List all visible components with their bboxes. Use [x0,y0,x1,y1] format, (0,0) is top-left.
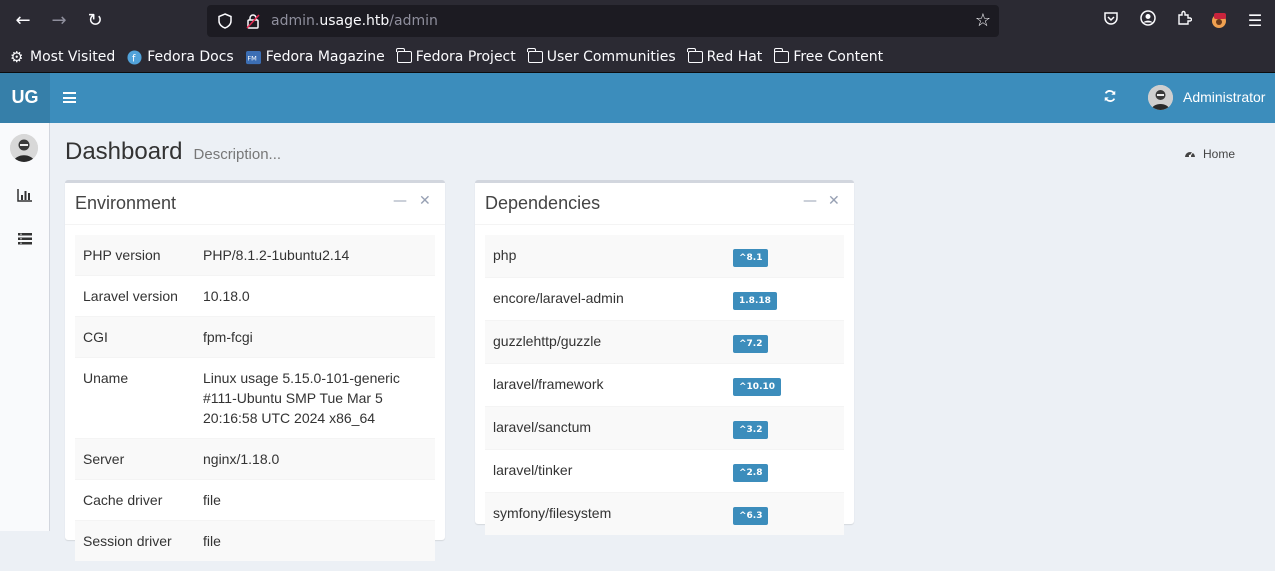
close-icon[interactable]: ✕ [419,193,431,209]
version-badge: ^10.10 [733,378,782,396]
page-title: Dashboard [65,138,183,165]
bookmark-red-hat[interactable]: Red Hat [687,48,762,65]
page-description: Description... [193,146,282,163]
table-row: laravel/sanctum ^3.2 [485,406,844,450]
table-row: Laravel version 10.18.0 [75,275,435,317]
box-header: Dependencies — ✕ [475,183,854,225]
breadcrumb-home[interactable]: Home [1203,147,1235,161]
box-header: Environment — ✕ [65,183,445,225]
table-row: CGI fpm-fcgi [75,316,435,358]
table-row: php ^8.1 [485,235,844,278]
version-badge: ^2.8 [733,464,769,482]
environment-box: Environment — ✕ PHP version PHP/8.1.2-1ub… [65,180,445,561]
bookmark-fedora-docs[interactable]: f Fedora Docs [127,49,234,65]
bookmarks-bar: ⚙ Most Visited f Fedora Docs FM Fedora M… [0,42,1275,73]
refresh-icon[interactable] [1103,88,1117,108]
extensions-icon[interactable] [1173,10,1195,32]
gear-icon: ⚙ [10,48,24,66]
dependencies-box: Dependencies — ✕ php ^8.1 encore/laravel-… [475,180,854,535]
collapse-icon[interactable]: — [393,193,407,209]
bookmark-free-content[interactable]: Free Content [773,48,883,65]
bookmark-user-communities[interactable]: User Communities [527,48,676,65]
dependencies-table: php ^8.1 encore/laravel-admin 1.8.18 guzzl… [485,235,844,535]
address-bar[interactable]: admin.usage.htb/admin ☆ [207,5,999,37]
version-badge: ^7.2 [733,335,769,353]
table-row: Cache driver file [75,479,435,521]
sidebar-toggle-icon[interactable] [63,92,76,103]
bookmark-fedora-magazine[interactable]: FM Fedora Magazine [245,49,385,65]
extension-avatar-icon[interactable] [1208,10,1230,32]
breadcrumb[interactable]: Home [1184,147,1235,161]
browser-toolbar: ← → ↻ admin.usage.htb/admin ☆ ☰ [0,0,1275,42]
content-header: Dashboard Description... [65,138,281,166]
lock-icon[interactable] [245,13,261,29]
user-name[interactable]: Administrator [1183,89,1265,105]
list-icon[interactable] [17,231,33,245]
collapse-icon[interactable]: — [803,193,817,209]
bookmark-fedora-project[interactable]: Fedora Project [396,48,516,65]
shield-icon[interactable] [217,13,233,29]
folder-icon [396,48,412,63]
forward-arrow-icon[interactable]: → [47,9,71,33]
table-row: laravel/framework ^10.10 [485,363,844,407]
table-row: Uname Linux usage 5.15.0-101-generic #111… [75,357,435,439]
svg-text:FM: FM [247,54,257,62]
back-arrow-icon[interactable]: ← [11,9,35,33]
app-header: UG Administrator [0,73,1275,123]
fedora-magazine-icon: FM [245,50,262,65]
bookmark-star-icon[interactable]: ☆ [975,11,991,31]
box-title: Dependencies [485,193,601,213]
table-row: Server nginx/1.18.0 [75,438,435,480]
table-row: guzzlehttp/guzzle ^7.2 [485,320,844,364]
user-avatar[interactable] [1148,85,1173,110]
table-row: encore/laravel-admin 1.8.18 [485,277,844,321]
version-badge: ^6.3 [733,507,769,525]
bookmark-most-visited[interactable]: ⚙ Most Visited [10,49,115,65]
bar-chart-icon[interactable] [17,187,33,202]
version-badge: 1.8.18 [733,292,777,310]
fedora-icon: f [127,50,143,65]
folder-icon [773,48,790,63]
table-row: Session driver file [75,520,435,561]
url-text: admin.usage.htb/admin [271,13,438,29]
close-icon[interactable]: ✕ [828,193,840,209]
avatar[interactable] [10,134,38,162]
version-badge: ^8.1 [733,249,769,267]
dashboard-icon [1184,148,1196,160]
table-row: symfony/filesystem ^6.3 [485,492,844,535]
app-logo[interactable]: UG [0,73,50,123]
account-icon[interactable] [1137,10,1159,32]
pocket-icon[interactable] [1100,10,1122,32]
table-row: laravel/tinker ^2.8 [485,449,844,493]
version-badge: ^3.2 [733,421,769,439]
sidebar [0,123,50,531]
box-title: Environment [75,193,177,213]
folder-icon [527,48,543,63]
table-row: PHP version PHP/8.1.2-1ubuntu2.14 [75,235,435,276]
menu-icon[interactable]: ☰ [1244,10,1266,32]
reload-icon[interactable]: ↻ [83,9,107,33]
environment-table: PHP version PHP/8.1.2-1ubuntu2.14 Laravel… [75,235,435,561]
folder-icon [687,48,703,63]
